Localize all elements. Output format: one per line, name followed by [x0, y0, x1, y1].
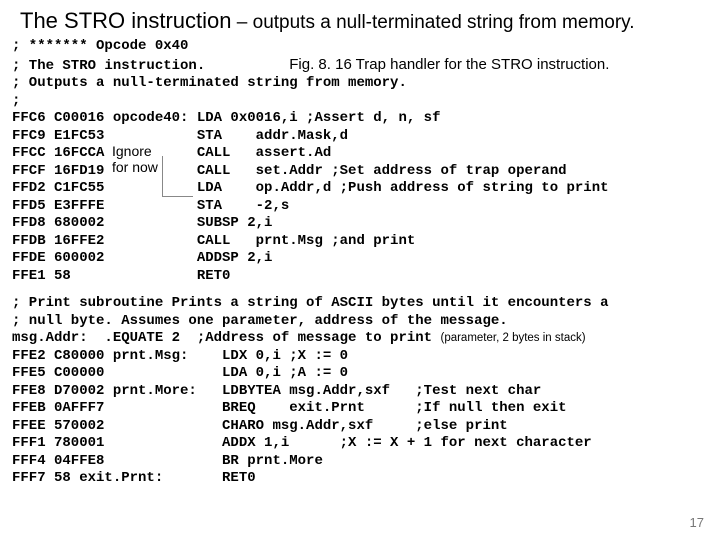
mid-comment-0: ; Print subroutine Prints a string of AS… [12, 295, 708, 313]
title-sub: – outputs a null-terminated string from … [232, 12, 635, 33]
code1-line-9: FFE1 58 RET0 [12, 268, 708, 286]
code1-line-7: FFDB 16FFE2 CALL prnt.Msg ;and print [12, 233, 708, 251]
connector-line [162, 156, 193, 197]
page-title: The STRO instruction – outputs a null-te… [12, 8, 708, 34]
code2-line-1: FFE5 C00000 LDA 0,i ;A := 0 [12, 365, 708, 383]
header-comment-3: ; [12, 93, 708, 111]
code2-line-5: FFF1 780001 ADDX 1,i ;X := X + 1 for nex… [12, 435, 708, 453]
page-number: 17 [690, 515, 704, 530]
code1-line-5: FFD5 E3FFFE STA -2,s [12, 198, 708, 216]
code2-line-7: FFF7 58 exit.Prnt: RET0 [12, 470, 708, 488]
code2-line-3: FFEB 0AFFF7 BREQ exit.Prnt ;If null then… [12, 400, 708, 418]
mid-comment-1: ; null byte. Assumes one parameter, addr… [12, 313, 708, 331]
ignore-note-1: Ignore [112, 143, 152, 159]
code2-line-0: FFE2 C80000 prnt.Msg: LDX 0,i ;X := 0 [12, 348, 708, 366]
code1-line-6: FFD8 680002 SUBSP 2,i [12, 215, 708, 233]
code1-line-8: FFDE 600002 ADDSP 2,i [12, 250, 708, 268]
code2-line-4: FFEE 570002 CHARO msg.Addr,sxf ;else pri… [12, 418, 708, 436]
header-comment-2: ; Outputs a null-terminated string from … [12, 75, 708, 93]
equ-note: (parameter, 2 bytes in stack) [440, 332, 585, 344]
equ-line: msg.Addr: .EQUATE 2 ;Address of message … [12, 330, 708, 348]
header-comment-1: ; The STRO instruction. Fig. 8. 16 Trap … [12, 56, 708, 76]
code1-line-4: FFD2 C1FC55 LDA op.Addr,d ;Push address … [12, 180, 708, 198]
title-main: The STRO instruction [20, 8, 232, 33]
code2-line-2: FFE8 D70002 prnt.More: LDBYTEA msg.Addr,… [12, 383, 708, 401]
figure-caption: Fig. 8. 16 Trap handler for the STRO ins… [289, 56, 609, 73]
ignore-note-2: for now [112, 159, 158, 175]
code2-line-6: FFF4 04FFE8 BR prnt.More [12, 453, 708, 471]
code1-line-0: FFC6 C00016 opcode40: LDA 0x0016,i ;Asse… [12, 110, 708, 128]
header-comment-0: ; ******* Opcode 0x40 [12, 38, 708, 56]
